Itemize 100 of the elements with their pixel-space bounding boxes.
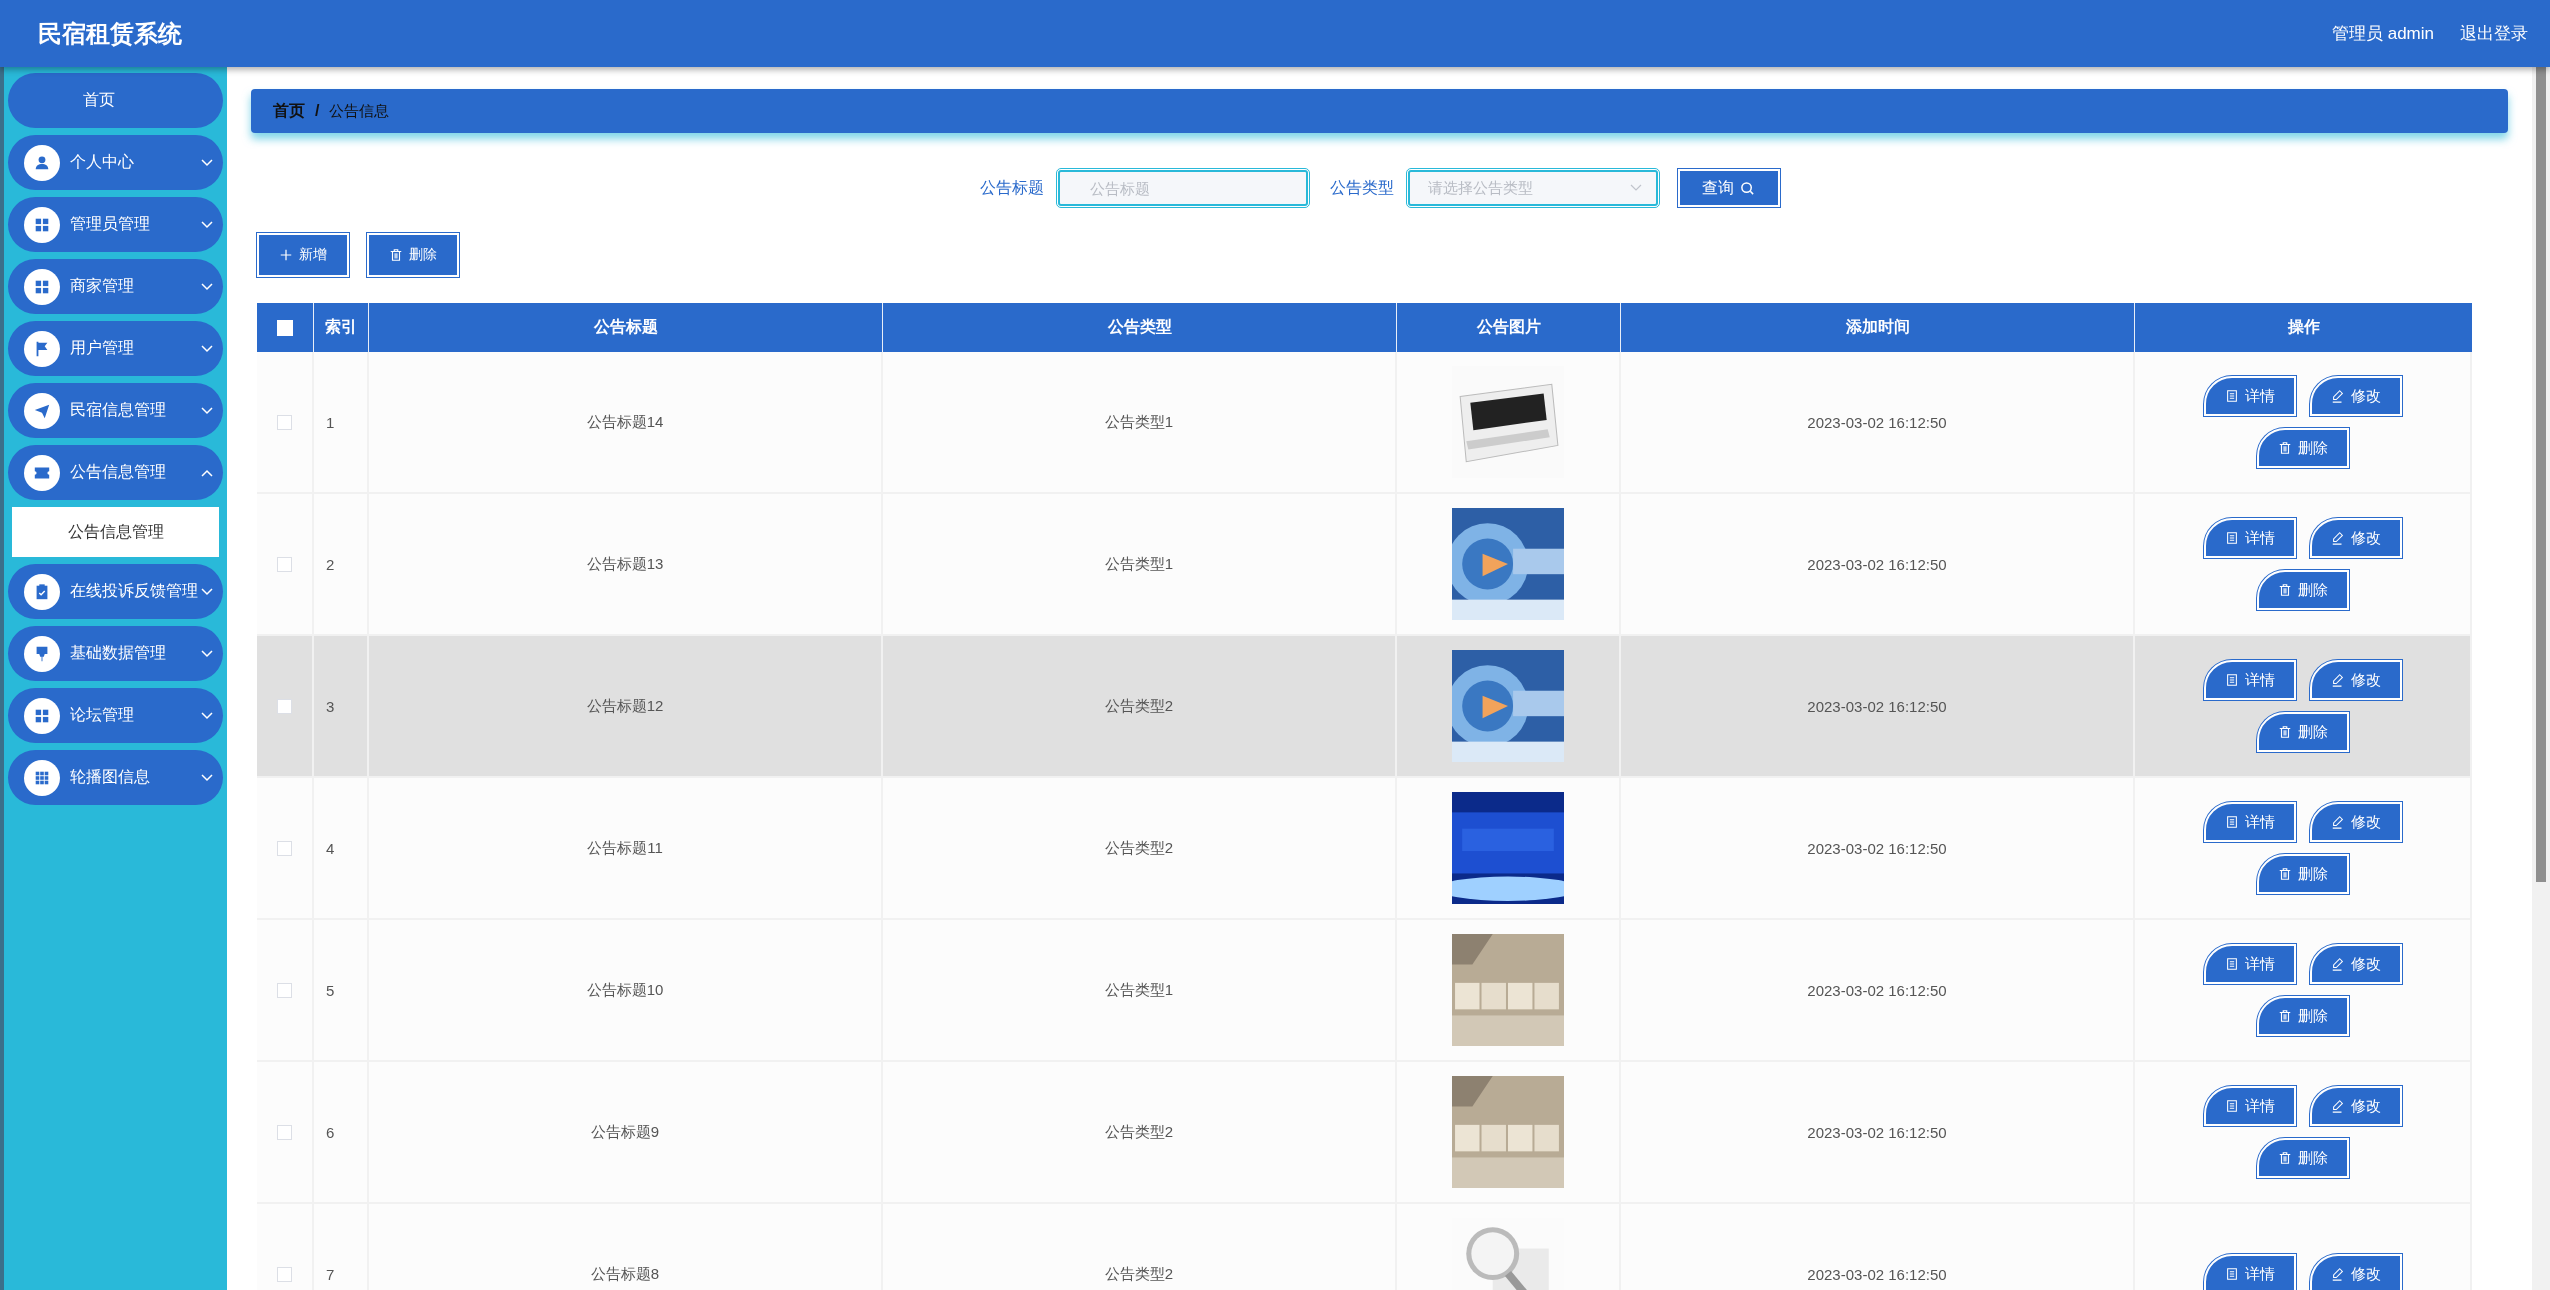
table-cell: 2 [326,555,335,573]
add-button[interactable]: 新增 [257,233,349,277]
search-button[interactable]: 查询 [1677,169,1780,207]
edit-button[interactable]: 修改 [2309,376,2402,416]
pencil-icon [2330,531,2345,545]
table-cell: 5 [326,981,335,999]
document-icon [2224,389,2239,403]
sidebar-menu-item[interactable]: 论坛管理 [8,688,223,743]
delete-button[interactable]: 删除 [367,233,459,277]
table-cell: 2023-03-02 16:12:50 [1807,1265,1947,1283]
table-cell: 公告类型1 [1104,412,1174,432]
scrollbar[interactable] [2532,67,2550,1290]
table-row[interactable]: 6 公告标题9 公告类型2 2023-03-02 16:12:50 详情 修改 删除 [257,1062,2472,1204]
select-all-checkbox[interactable] [277,319,293,336]
chevron-icon [201,468,213,477]
trash-icon [2277,583,2292,597]
table-row[interactable]: 2 公告标题13 公告类型1 2023-03-02 16:12:50 详情 修改 删除 [257,494,2472,636]
table-row[interactable]: 3 公告标题12 公告类型2 2023-03-02 16:12:50 详情 修改 删除 [257,636,2472,778]
table-cell: 公告类型2 [1104,1122,1174,1142]
table-cell: 公告类型2 [1104,1264,1174,1284]
table-row[interactable]: 4 公告标题11 公告类型2 2023-03-02 16:12:50 详情 修改 删除 [257,778,2472,920]
details-button[interactable]: 详情 [2203,376,2296,416]
table-cell: 公告类型1 [1104,554,1174,574]
table-row[interactable]: 5 公告标题10 公告类型1 2023-03-02 16:12:50 详情 修改 删除 [257,920,2472,1062]
row-checkbox[interactable] [277,840,292,856]
breadcrumb-separator: / [315,102,320,120]
sidebar-menu-item[interactable]: 个人中心 [8,135,223,190]
edit-button[interactable]: 修改 [2309,660,2402,700]
pencil-icon [2330,1099,2345,1113]
row-checkbox[interactable] [277,556,292,572]
column-header: 操作 [2286,317,2321,337]
row-checkbox[interactable] [277,414,292,430]
delete-button[interactable]: 删除 [2256,1138,2349,1178]
chevron-icon [201,158,213,167]
submenu-item[interactable]: 公告信息管理 [12,507,219,557]
sidebar-menu-item[interactable]: 用户管理 [8,321,223,376]
sidebar-menu-item[interactable]: 管理员管理 [8,197,223,252]
delete-button[interactable]: 删除 [2256,428,2349,468]
trash-icon [2277,1009,2292,1023]
delete-button[interactable]: 删除 [2256,712,2349,752]
chevron-icon [201,406,213,415]
delete-button[interactable]: 删除 [2256,854,2349,894]
table-cell: 7 [326,1265,335,1283]
table-cell: 公告类型2 [1104,838,1174,858]
document-icon [2224,1099,2239,1113]
chevron-icon [201,711,213,720]
table-cell: 2023-03-02 16:12:50 [1807,981,1947,999]
row-checkbox[interactable] [277,982,292,998]
table-cell: 6 [326,1123,335,1141]
edit-button[interactable]: 修改 [2309,1254,2402,1290]
table-cell: 公告标题8 [590,1264,660,1284]
table-row[interactable]: 1 公告标题14 公告类型1 2023-03-02 16:12:50 详情 修改 删除 [257,352,2472,494]
chevron-icon [201,282,213,291]
logout-link[interactable]: 退出登录 [2460,22,2528,45]
app-title: 民宿租赁系统 [38,18,182,49]
chevron-icon [1629,184,1642,192]
edit-button[interactable]: 修改 [2309,944,2402,984]
row-checkbox[interactable] [277,1266,292,1282]
delete-button[interactable]: 删除 [2256,996,2349,1036]
breadcrumb-link[interactable]: 首页 [273,100,305,122]
table-cell: 3 [326,697,335,715]
person-icon [33,153,51,172]
table-cell: 2023-03-02 16:12:50 [1807,413,1947,431]
chevron-icon [201,587,213,596]
table-cell: 1 [326,413,335,431]
plus-icon [279,248,293,262]
search-field[interactable]: 公告标题 [1057,170,1308,206]
document-icon [2224,815,2239,829]
trash-icon [2277,867,2292,881]
details-button[interactable]: 详情 [2203,518,2296,558]
sidebar-menu-item[interactable]: 在线投诉反馈管理 [8,564,223,619]
row-checkbox[interactable] [277,698,292,714]
trash-icon [389,248,403,262]
chevron-icon [201,344,213,353]
details-button[interactable]: 详情 [2203,944,2296,984]
table-cell: 公告类型2 [1104,696,1174,716]
row-checkbox[interactable] [277,1124,292,1140]
sidebar-menu-item[interactable]: 民宿信息管理 [8,383,223,438]
field-label: 公告标题 [979,177,1044,198]
sidebar-menu-item[interactable]: 公告信息管理 [8,445,223,500]
details-button[interactable]: 详情 [2203,1086,2296,1126]
table-cell: 2023-03-02 16:12:50 [1807,839,1947,857]
edit-button[interactable]: 修改 [2309,1086,2402,1126]
search-icon [1740,180,1755,196]
sidebar-menu-item[interactable]: 轮播图信息 [8,750,223,805]
pencil-icon [2330,815,2345,829]
edit-button[interactable]: 修改 [2309,802,2402,842]
details-button[interactable]: 详情 [2203,1254,2296,1290]
table-cell: 公告类型1 [1104,980,1174,1000]
delete-button[interactable]: 删除 [2256,570,2349,610]
details-button[interactable]: 详情 [2203,802,2296,842]
pencil-icon [2330,673,2345,687]
chevron-icon [201,649,213,658]
sidebar-menu-item[interactable]: 基础数据管理 [8,626,223,681]
chevron-icon [201,773,213,782]
document-icon [2224,1267,2239,1281]
sidebar-menu-item[interactable]: 商家管理 [8,259,223,314]
sidebar-item[interactable]: 首页 [8,73,223,128]
edit-button[interactable]: 修改 [2309,518,2402,558]
details-button[interactable]: 详情 [2203,660,2296,700]
